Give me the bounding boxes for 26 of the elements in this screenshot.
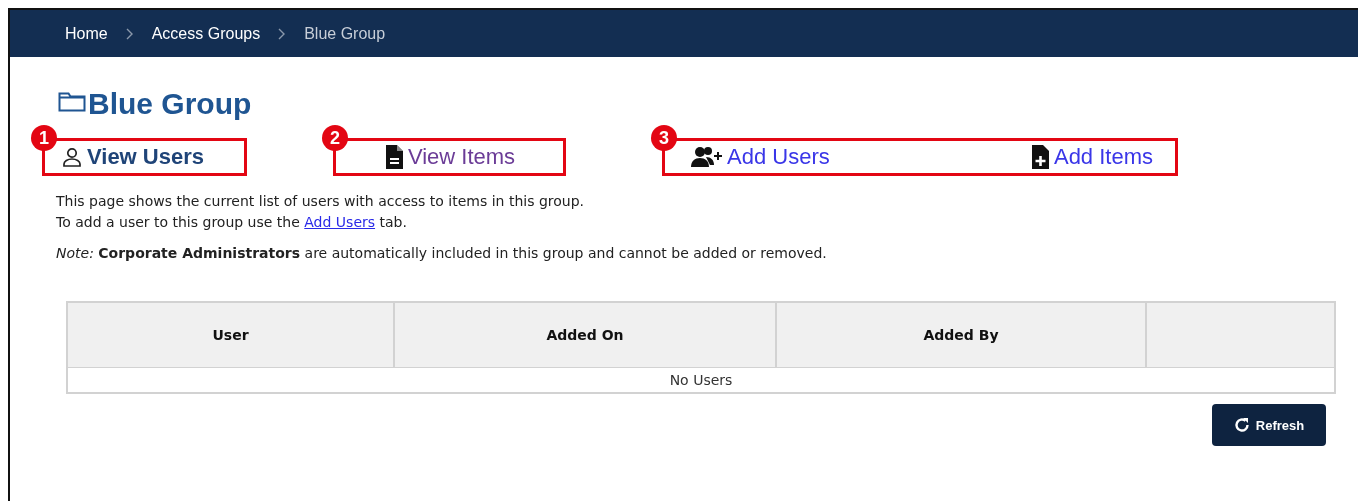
add-document-icon [1029,144,1050,170]
refresh-icon [1233,417,1250,433]
user-icon [61,146,83,168]
add-users-link[interactable]: Add Users [304,214,376,230]
empty-message: No Users [668,371,734,390]
tab[interactable]: Add Items [1029,144,1153,170]
intro-text: To add a user to this group use the Add Users tab. [56,213,408,232]
column-header: Added By [777,303,1147,367]
tab[interactable]: View Items [383,144,516,170]
note-text: Note: Corporate Administrators are automatically included in this group and cannot be added or removed. [56,245,828,261]
breadcrumb-current: Blue Group [304,24,386,43]
column-header: User [68,303,395,367]
folder-icon [58,91,86,113]
callout-number: 2 [322,125,348,151]
breadcrumb-link[interactable]: Home [65,24,108,43]
page-title: Blue Group [88,87,252,121]
refresh-button[interactable]: Refresh [1212,404,1326,446]
document-icon [383,144,404,170]
breadcrumb-link[interactable]: Access Groups [151,24,261,43]
callout-number: 3 [651,125,677,151]
callout-number: 1 [31,125,57,151]
tab[interactable]: Add Users [691,144,830,170]
tab[interactable]: View Users [61,144,204,170]
column-header: Added On [395,303,777,367]
add-user-icon [691,145,723,169]
intro-text: This page shows the current list of users with access to items in this group. [56,192,585,211]
